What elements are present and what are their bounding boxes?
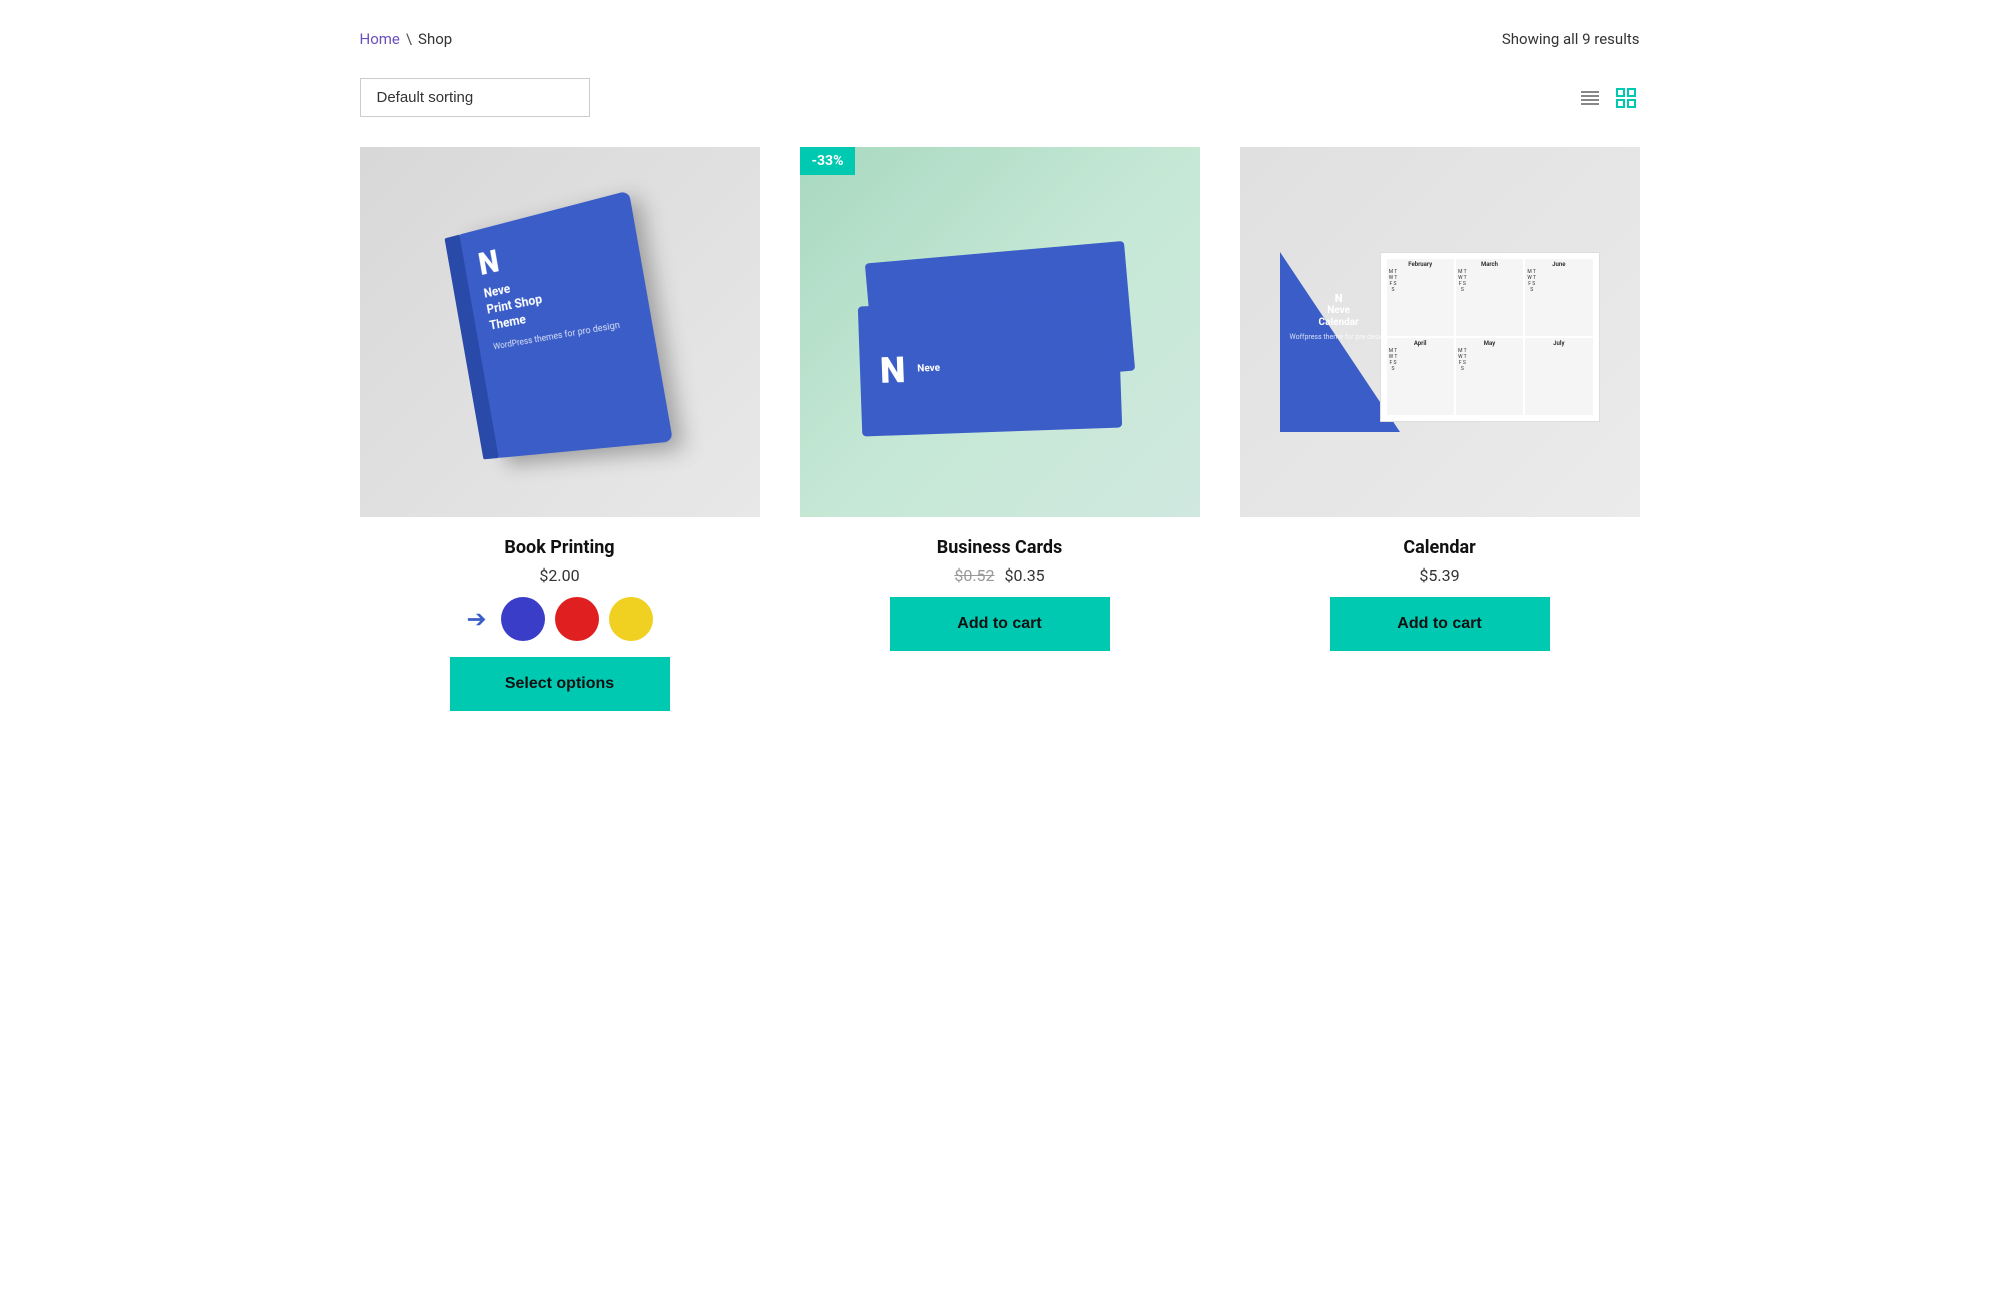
product-image-calendar[interactable]: FebruaryM T W T F S S MarchM T W T F S S… — [1240, 147, 1640, 517]
results-count: Showing all 9 results — [1502, 30, 1640, 48]
product-title-book-printing: Book Printing — [504, 537, 614, 558]
toolbar: Default sorting Sort by popularity Sort … — [360, 78, 1640, 117]
breadcrumb-bar: Home \ Shop Showing all 9 results — [360, 30, 1640, 48]
color-swatches-row: ➔ — [466, 597, 652, 641]
swatch-blue[interactable] — [501, 597, 545, 641]
price-original-business-cards: $0.52 — [954, 566, 994, 585]
product-title-business-cards: Business Cards — [937, 537, 1063, 558]
sort-select[interactable]: Default sorting Sort by popularity Sort … — [360, 78, 590, 117]
swatch-red[interactable] — [555, 597, 599, 641]
product-card-business-cards: N Neve Theme Print Shop N Neve -33% Busi… — [800, 147, 1200, 711]
product-image-business-cards[interactable]: N Neve Theme Print Shop N Neve -33% — [800, 147, 1200, 517]
arrow-indicator: ➔ — [466, 605, 486, 633]
add-to-cart-button-business-cards[interactable]: Add to cart — [890, 597, 1110, 651]
breadcrumb-home-link[interactable]: Home — [360, 30, 400, 48]
price-current-business-cards: $0.35 — [1004, 566, 1044, 585]
product-card-calendar: FebruaryM T W T F S S MarchM T W T F S S… — [1240, 147, 1640, 711]
product-card-book-printing: N NevePrint ShopTheme WordPress themes f… — [360, 147, 760, 711]
product-grid: N NevePrint ShopTheme WordPress themes f… — [360, 147, 1640, 711]
swatch-yellow[interactable] — [609, 597, 653, 641]
breadcrumb-separator: \ — [406, 30, 412, 48]
breadcrumb-current: Shop — [418, 30, 452, 48]
select-options-button[interactable]: Select options — [450, 657, 670, 711]
product-title-calendar: Calendar — [1403, 537, 1475, 558]
breadcrumb: Home \ Shop — [360, 30, 453, 48]
discount-badge-business-cards: -33% — [800, 147, 856, 175]
view-toggle — [1576, 84, 1640, 112]
add-to-cart-button-calendar[interactable]: Add to cart — [1330, 597, 1550, 651]
product-price-book-printing: $2.00 — [539, 566, 579, 585]
product-price-business-cards: $0.52 $0.35 — [954, 566, 1044, 585]
list-view-button[interactable] — [1576, 84, 1604, 112]
product-price-calendar: $5.39 — [1419, 566, 1459, 585]
product-image-book-printing[interactable]: N NevePrint ShopTheme WordPress themes f… — [360, 147, 760, 517]
grid-view-button[interactable] — [1612, 84, 1640, 112]
